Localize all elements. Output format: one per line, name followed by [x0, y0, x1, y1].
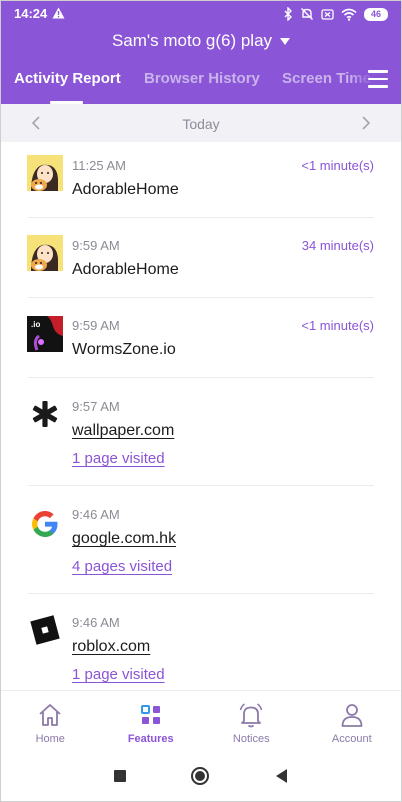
list-item[interactable]: 9:46 AM roblox.com 1 page visited	[0, 594, 402, 690]
nav-label: Account	[331, 733, 372, 745]
device-name: Sam's moto g(6) play	[111, 31, 273, 50]
nav-home[interactable]: Home	[0, 691, 101, 750]
item-site-link[interactable]: wallpaper.com	[72, 422, 174, 440]
battery-level: 46	[370, 9, 381, 19]
person-icon	[341, 704, 363, 727]
wormszone-app-icon: .io	[27, 316, 63, 352]
google-g-icon	[32, 511, 58, 537]
app-header: 14:24 46 Sam's moto g(6) play Activity R…	[0, 0, 402, 104]
item-title: AdorableHome	[72, 181, 179, 198]
item-duration: <1 minute(s)	[301, 158, 374, 173]
status-icons: 46	[284, 6, 388, 22]
asterisk-site-icon	[32, 401, 58, 427]
item-duration: 34 minute(s)	[301, 238, 374, 253]
nav-label: Notices	[232, 733, 270, 745]
adorablehome-app-icon	[27, 155, 63, 191]
status-time: 14:24	[14, 6, 48, 21]
warning-icon	[52, 7, 65, 19]
pages-visited-link[interactable]: 1 page visited	[72, 450, 165, 467]
pages-visited-link[interactable]: 4 pages visited	[72, 558, 172, 575]
item-title: WormsZone.io	[72, 341, 176, 358]
nav-features[interactable]: Features	[101, 691, 202, 750]
item-site-link[interactable]: roblox.com	[72, 638, 150, 656]
nav-label: Home	[35, 733, 65, 745]
home-icon	[39, 704, 61, 726]
device-selector[interactable]: Sam's moto g(6) play	[0, 30, 402, 52]
item-duration: <1 minute(s)	[301, 318, 374, 333]
caret-down-icon	[280, 38, 291, 45]
item-time: 9:57 AM	[72, 399, 120, 414]
svg-text:.io: .io	[31, 320, 40, 329]
item-time: 9:59 AM	[72, 238, 120, 253]
item-time: 11:25 AM	[72, 158, 126, 173]
list-item[interactable]: 9:59 AM 34 minute(s) AdorableHome	[0, 218, 402, 298]
home-button-icon[interactable]	[190, 766, 210, 786]
status-bar: 14:24 46	[0, 0, 402, 28]
tab-browser-history[interactable]: Browser History	[144, 70, 260, 87]
roblox-icon	[30, 615, 60, 645]
battery-icon: 46	[364, 7, 388, 21]
no-sim-icon	[321, 8, 334, 20]
activity-list: 11:25 AM <1 minute(s) AdorableHome 9:59 …	[0, 142, 402, 690]
back-button-icon[interactable]	[272, 766, 292, 786]
date-label: Today	[182, 116, 220, 132]
wifi-icon	[341, 8, 357, 21]
adorablehome-app-icon	[27, 235, 63, 271]
tab-activity-report[interactable]: Activity Report	[14, 70, 121, 87]
menu-icon[interactable]	[368, 70, 388, 88]
chevron-right-icon[interactable]	[356, 114, 374, 132]
item-time: 9:46 AM	[72, 615, 120, 630]
nav-notices[interactable]: Notices	[201, 691, 302, 750]
list-item[interactable]: 9:46 AM google.com.hk 4 pages visited	[0, 486, 402, 594]
pages-visited-link[interactable]: 1 page visited	[72, 666, 165, 683]
item-time: 9:59 AM	[72, 318, 120, 333]
item-title: AdorableHome	[72, 261, 179, 278]
list-item[interactable]: .io 9:59 AM <1 minute(s) WormsZone.io	[0, 298, 402, 378]
nav-label: Features	[127, 733, 174, 745]
item-site-link[interactable]: google.com.hk	[72, 530, 176, 548]
date-navigator: Today	[0, 104, 402, 142]
bell-icon	[239, 703, 263, 728]
features-grid-icon	[140, 705, 160, 724]
system-nav-bar	[0, 750, 402, 802]
list-item[interactable]: 9:57 AM wallpaper.com 1 page visited	[0, 378, 402, 486]
alarm-off-icon	[301, 8, 313, 20]
item-time: 9:46 AM	[72, 507, 120, 522]
list-item[interactable]: 11:25 AM <1 minute(s) AdorableHome	[0, 142, 402, 218]
tab-bar: Activity Report Browser History Screen T…	[0, 66, 402, 104]
bluetooth-icon	[284, 7, 292, 21]
recent-apps-icon[interactable]	[110, 766, 130, 786]
bottom-nav: Home Features Notices Account	[0, 690, 402, 750]
nav-account[interactable]: Account	[302, 691, 402, 750]
